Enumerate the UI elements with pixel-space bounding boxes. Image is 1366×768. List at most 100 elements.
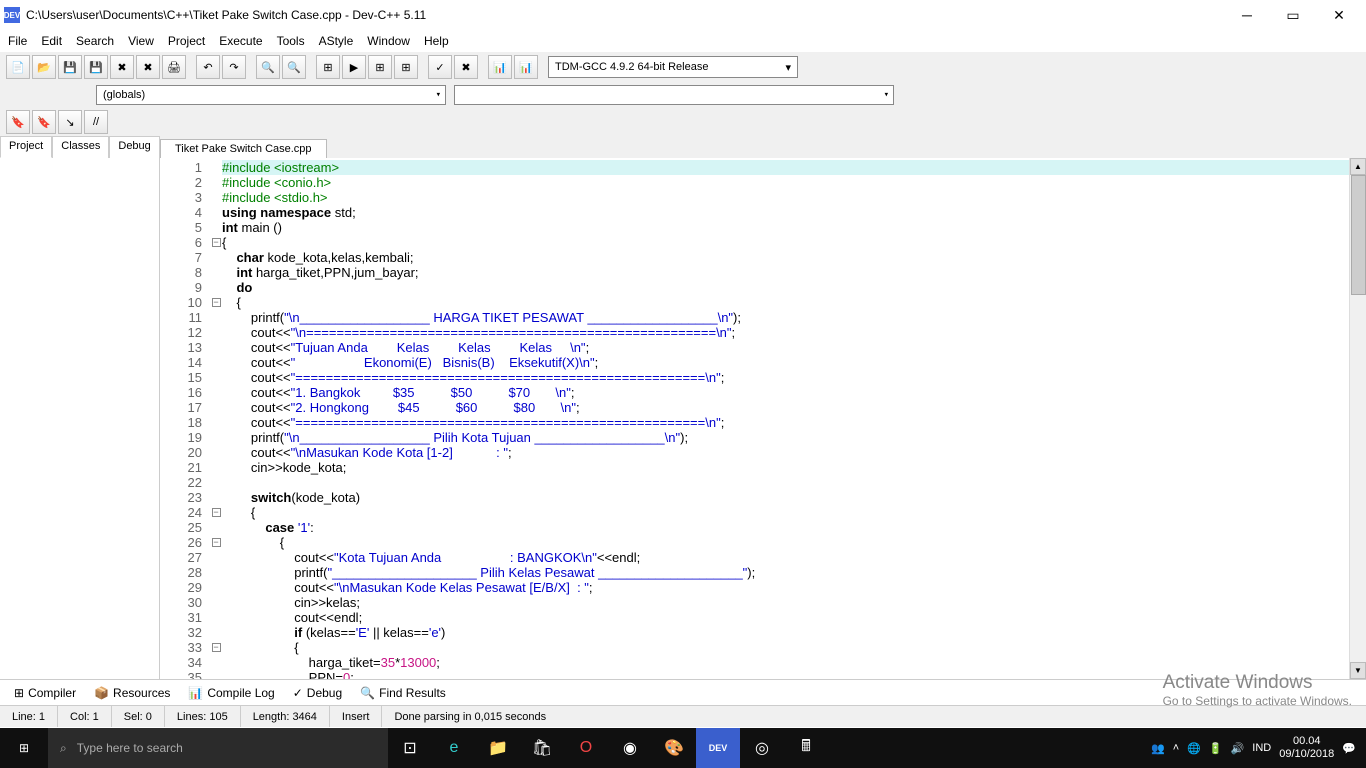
maximize-button[interactable]: ▭ [1270,0,1316,30]
window-title: C:\Users\user\Documents\C++\Tiket Pake S… [26,8,426,22]
status-parse: Done parsing in 0,015 seconds [382,706,1366,727]
toggle-bookmark-button[interactable]: 🔖 [32,110,56,134]
status-sel: Sel: 0 [112,706,165,727]
search-icon: ⌕ [60,741,67,756]
start-button[interactable]: ⊞ [0,728,48,768]
edge-icon[interactable]: e [432,728,476,768]
search-placeholder: Type here to search [77,741,183,755]
activate-watermark: Activate Windows Go to Settings to activ… [1163,672,1352,708]
open-file-button[interactable]: 📂 [32,55,56,79]
menu-help[interactable]: Help [424,34,449,48]
side-tab-project[interactable]: Project [0,136,52,158]
bottom-tab-debug[interactable]: ✓Debug [285,684,350,702]
menu-file[interactable]: File [8,34,27,48]
status-bar: Line: 1 Col: 1 Sel: 0 Lines: 105 Length:… [0,705,1366,727]
menu-search[interactable]: Search [76,34,114,48]
close-file-button[interactable]: ✖ [110,55,134,79]
bottom-tabs: ⊞Compiler📦Resources📊Compile Log✓Debug🔍Fi… [0,679,1366,705]
opera-icon[interactable]: O [564,728,608,768]
side-tab-debug[interactable]: Debug [109,136,159,158]
side-panel: ProjectClassesDebug [0,136,160,679]
menu-view[interactable]: View [128,34,154,48]
undo-button[interactable]: ↶ [196,55,220,79]
save-button[interactable]: 💾 [58,55,82,79]
run-button[interactable]: ▶ [342,55,366,79]
rebuild-button[interactable]: ⊞ [394,55,418,79]
new-file-button[interactable]: 📄 [6,55,30,79]
title-bar: DEV C:\Users\user\Documents\C++\Tiket Pa… [0,0,1366,30]
vertical-scrollbar[interactable]: ▲ ▼ [1349,158,1366,679]
close-all-button[interactable]: ✖ [136,55,160,79]
menu-tools[interactable]: Tools [277,34,305,48]
goto-line-button[interactable]: ↘ [58,110,82,134]
side-tabs: ProjectClassesDebug [0,136,159,158]
toolbar-insert: 🔖 🔖 ↘ // [0,108,1366,136]
battery-icon[interactable]: 🔋 [1209,742,1223,755]
compile-run-button[interactable]: ⊞ [368,55,392,79]
comment-button[interactable]: // [84,110,108,134]
scroll-down-button[interactable]: ▼ [1350,662,1366,679]
compile-button[interactable]: ⊞ [316,55,340,79]
store-icon[interactable]: 🛍 [520,728,564,768]
toolbar-main: 📄 📂 💾 💾 ✖ ✖ 🖨 ↶ ↷ 🔍 🔍 ⊞ ▶ ⊞ ⊞ ✓ ✖ 📊 📊 TD… [0,52,1366,82]
task-view-button[interactable]: ⊡ [388,728,432,768]
profile-button[interactable]: 📊 [488,55,512,79]
notifications-icon[interactable]: 💬 [1342,742,1356,755]
app-icon: DEV [4,7,20,23]
delete-profile-button[interactable]: 📊 [514,55,538,79]
code-editor[interactable]: 1234567891011121314151617181920212223242… [160,158,1366,679]
tray-chevron-icon[interactable]: ˄ [1173,742,1179,754]
scroll-thumb[interactable] [1351,175,1366,295]
file-tabs: Tiket Pake Switch Case.cpp [160,136,1366,158]
line-gutter: 1234567891011121314151617181920212223242… [160,158,210,679]
code-content[interactable]: #include <iostream>#include <conio.h>#in… [222,158,1349,679]
functions-combo[interactable] [454,85,894,105]
print-button[interactable]: 🖨 [162,55,186,79]
menu-window[interactable]: Window [367,34,410,48]
system-tray[interactable]: 👥 ˄ 🌐 🔋 🔊 IND 00.0409/10/2018 💬 [1151,735,1366,761]
find-button[interactable]: 🔍 [256,55,280,79]
redo-button[interactable]: ↷ [222,55,246,79]
status-insert: Insert [330,706,383,727]
language-indicator[interactable]: IND [1252,742,1271,754]
debug-button[interactable]: ✓ [428,55,452,79]
volume-icon[interactable]: 🔊 [1231,742,1245,755]
menu-astyle[interactable]: AStyle [319,34,354,48]
taskbar-search[interactable]: ⌕ Type here to search [48,728,388,768]
stop-button[interactable]: ✖ [454,55,478,79]
menu-execute[interactable]: Execute [219,34,262,48]
people-icon[interactable]: 👥 [1151,742,1165,755]
bottom-tab-find-results[interactable]: 🔍Find Results [352,684,454,702]
globals-combo[interactable]: (globals) [96,85,446,105]
bottom-tab-compile-log[interactable]: 📊Compile Log [180,684,282,702]
save-all-button[interactable]: 💾 [84,55,108,79]
close-button[interactable]: ✕ [1316,0,1362,30]
status-col: Col: 1 [58,706,112,727]
goto-bookmark-button[interactable]: 🔖 [6,110,30,134]
status-lines: Lines: 105 [165,706,241,727]
paint-icon[interactable]: 🎨 [652,728,696,768]
status-length: Length: 3464 [241,706,330,727]
replace-button[interactable]: 🔍 [282,55,306,79]
menu-bar: File Edit Search View Project Execute Tools ASt… [0,30,1366,52]
toolbar-combos: (globals) [0,82,1366,108]
minimize-button[interactable]: ─ [1224,0,1270,30]
status-line: Line: 1 [0,706,58,727]
network-icon[interactable]: 🌐 [1187,742,1201,755]
side-tab-classes[interactable]: Classes [52,136,109,158]
file-tab-active[interactable]: Tiket Pake Switch Case.cpp [160,139,327,158]
bottom-tab-resources[interactable]: 📦Resources [86,684,178,702]
chrome-icon[interactable]: ◉ [608,728,652,768]
menu-project[interactable]: Project [168,34,205,48]
calculator-icon[interactable]: 🖩 [784,728,828,768]
scroll-up-button[interactable]: ▲ [1350,158,1366,175]
settings-icon[interactable]: ◎ [740,728,784,768]
explorer-icon[interactable]: 📁 [476,728,520,768]
fold-column: −−−−− [210,158,222,679]
clock[interactable]: 00.0409/10/2018 [1279,735,1334,761]
taskbar[interactable]: ⊞ ⌕ Type here to search ⊡ e 📁 🛍 O ◉ 🎨 DE… [0,728,1366,768]
bottom-tab-compiler[interactable]: ⊞Compiler [6,684,84,702]
devcpp-icon[interactable]: DEV [696,728,740,768]
menu-edit[interactable]: Edit [41,34,62,48]
compiler-select[interactable]: TDM-GCC 4.9.2 64-bit Release▾ [548,56,798,78]
